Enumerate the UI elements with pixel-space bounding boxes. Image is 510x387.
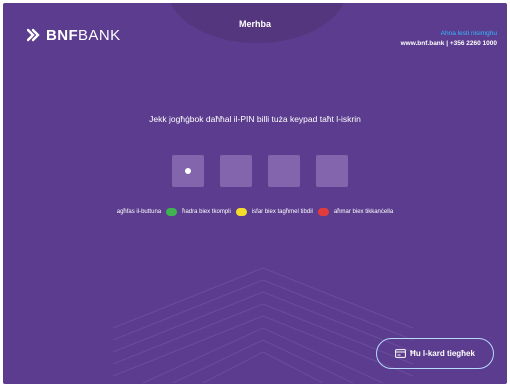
logo-text-bold: BNF bbox=[46, 26, 79, 44]
red-button-swatch bbox=[317, 208, 329, 216]
pin-input-boxes[interactable] bbox=[172, 155, 364, 187]
legend-intro: agħfas il-buttuna bbox=[116, 209, 162, 215]
button-color-legend: agħfas il-buttuna ħadra biex tkompli isf… bbox=[3, 208, 507, 216]
atm-screen: BNF BANK Merhba Ahna lesti nisimghu www.… bbox=[3, 3, 507, 384]
card-icon bbox=[395, 349, 406, 358]
legend-red-label: aħmar biex tikkanċella bbox=[333, 209, 394, 215]
help-question: Ahna lesti nisimghu bbox=[440, 30, 497, 37]
legend-yellow-label: isfar biex tagħmel tibdil bbox=[251, 209, 313, 215]
help-contact: Ahna lesti nisimghu www.bnf.bank | +356 … bbox=[401, 29, 497, 49]
pin-digit-box[interactable] bbox=[316, 155, 348, 187]
pin-digit-box[interactable] bbox=[172, 155, 204, 187]
pin-filled-dot bbox=[185, 168, 191, 174]
yellow-button-swatch bbox=[235, 208, 247, 216]
help-contact-details: www.bnf.bank | +356 2260 1000 bbox=[400, 40, 497, 47]
take-card-button[interactable]: Ħu l-kard tiegħek bbox=[376, 338, 494, 369]
pin-instruction: Jekk jogħġbok daħħal il-PIN billi tuża k… bbox=[149, 114, 361, 124]
take-card-label: Ħu l-kard tiegħek bbox=[410, 349, 475, 358]
pin-digit-box[interactable] bbox=[268, 155, 300, 187]
bnf-chevron-icon bbox=[27, 28, 40, 42]
pin-digit-box[interactable] bbox=[220, 155, 252, 187]
green-button-swatch bbox=[166, 208, 178, 216]
greeting-title: Merhba bbox=[238, 19, 271, 29]
legend-green-label: ħadra biex tkompli bbox=[182, 209, 231, 215]
logo-text-light: BANK bbox=[78, 26, 121, 44]
